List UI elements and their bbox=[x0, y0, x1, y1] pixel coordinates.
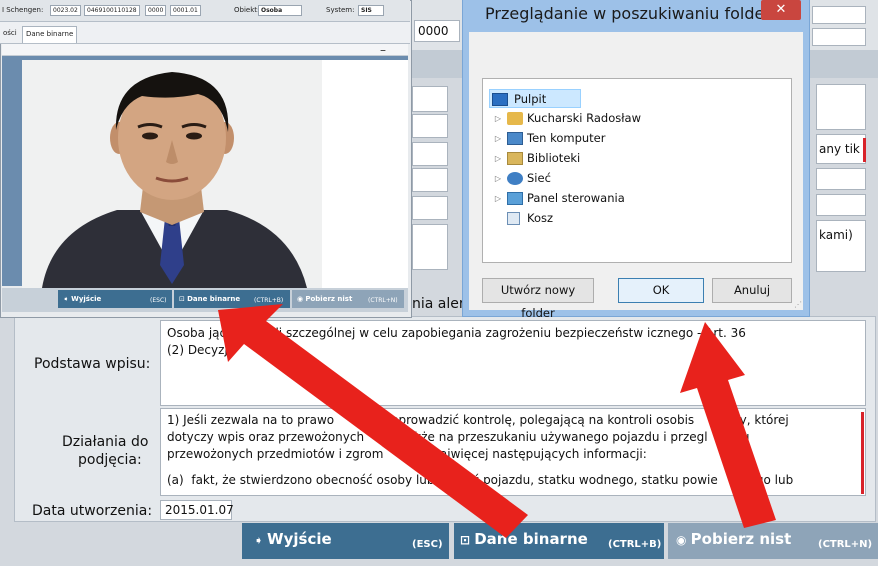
arrow-to-viewer-binary-icon bbox=[218, 304, 528, 538]
annotation-arrows bbox=[218, 304, 776, 538]
arrow-to-ok-icon bbox=[680, 322, 776, 528]
